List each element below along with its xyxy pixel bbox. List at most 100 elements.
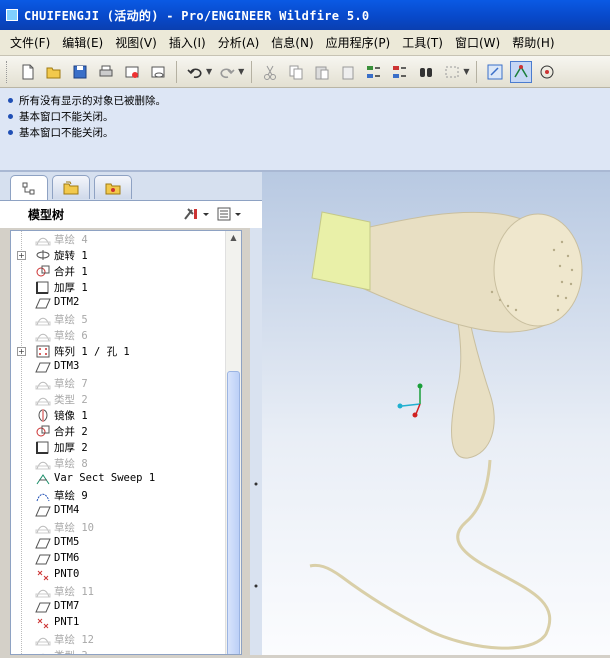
menu-help[interactable]: 帮助(H) — [506, 34, 560, 51]
tree-item[interactable]: 类型 3 — [11, 647, 241, 654]
new-file-button[interactable] — [17, 61, 39, 83]
menu-tools[interactable]: 工具(T) — [396, 34, 449, 51]
scissors-icon — [264, 65, 277, 80]
tree-scrollbar[interactable]: ▲ — [225, 231, 241, 654]
menu-edit[interactable]: 编辑(E) — [56, 34, 109, 51]
model-tree-icon — [22, 182, 35, 194]
tab-model-tree[interactable] — [10, 175, 48, 201]
tree-item[interactable]: DTM2 — [11, 295, 241, 311]
select-box-button[interactable] — [441, 61, 463, 83]
tree-item[interactable]: 草绘 4 — [11, 231, 241, 247]
tree-item[interactable]: PNT1 — [11, 615, 241, 631]
scroll-thumb[interactable] — [227, 371, 240, 654]
send-mail-button[interactable] — [121, 61, 143, 83]
message-bullet-icon — [8, 97, 13, 103]
message-text: 基本窗口不能关闭。 — [19, 110, 114, 123]
tree-item-label: PNT0 — [54, 568, 80, 580]
tree-item[interactable]: 草绘 8 — [11, 455, 241, 471]
tree-item[interactable]: 草绘 7 — [11, 375, 241, 391]
sweep-icon — [36, 474, 50, 485]
cut-button[interactable] — [259, 61, 281, 83]
tree-item[interactable]: DTM3 — [11, 359, 241, 375]
menu-file[interactable]: 文件(F) — [4, 34, 56, 51]
sketch-icon — [35, 589, 51, 598]
menu-insert[interactable]: 插入(I) — [163, 34, 212, 51]
copy-button[interactable] — [285, 61, 307, 83]
spin-center-button[interactable] — [536, 61, 558, 83]
regen-manager-icon — [393, 65, 407, 78]
tree-item-label: 加厚 1 — [54, 282, 88, 294]
tree-item[interactable]: 草绘 12 — [11, 631, 241, 647]
tree-item[interactable]: 加厚 2 — [11, 439, 241, 455]
tree-item[interactable]: 草绘 9 — [11, 487, 241, 503]
paste-button[interactable] — [311, 61, 333, 83]
sketch-icon — [35, 637, 51, 646]
scroll-up-icon[interactable]: ▲ — [228, 233, 239, 244]
tree-item-label: 类型 3 — [54, 648, 88, 654]
tree-item[interactable]: PNT0 — [11, 567, 241, 583]
tree-item[interactable]: + 旋转 1 — [11, 247, 241, 263]
tree-item[interactable]: DTM4 — [11, 503, 241, 519]
undo-dropdown-icon[interactable]: ▼ — [206, 67, 212, 76]
redo-button[interactable] — [216, 61, 238, 83]
coordinate-triad — [397, 383, 423, 418]
select-dropdown-icon[interactable]: ▼ — [463, 67, 469, 76]
message-line: 所有没有显示的对象已被删除。 — [8, 92, 610, 108]
tab-favorites[interactable] — [94, 175, 132, 199]
tree-item[interactable]: 镜像 1 — [11, 407, 241, 423]
tree-item[interactable]: 草绘 5 — [11, 311, 241, 327]
datum-plane-icon — [35, 298, 51, 309]
merge-icon — [36, 265, 50, 277]
tree-item[interactable]: + 阵列 1 / 孔 1 — [11, 343, 241, 359]
refit-view-button[interactable] — [484, 61, 506, 83]
paste-special-button[interactable] — [337, 61, 359, 83]
tree-item-label: DTM6 — [54, 552, 80, 564]
expand-toggle[interactable]: + — [17, 347, 26, 356]
message-area: 所有没有显示的对象已被删除。 基本窗口不能关闭。 基本窗口不能关闭。 — [0, 88, 610, 172]
tree-item[interactable]: 草绘 10 — [11, 519, 241, 535]
regen-manager-button[interactable] — [389, 61, 411, 83]
sketch-icon — [35, 381, 51, 390]
tree-item-label: DTM4 — [54, 504, 80, 516]
menu-window[interactable]: 窗口(W) — [449, 34, 506, 51]
toolbar-grip[interactable] — [6, 60, 9, 83]
tree-item[interactable]: 草绘 11 — [11, 583, 241, 599]
tree-item[interactable]: 类型 2 — [11, 391, 241, 407]
menu-applications[interactable]: 应用程序(P) — [320, 34, 397, 51]
tree-item[interactable]: DTM5 — [11, 535, 241, 551]
find-button[interactable] — [415, 61, 437, 83]
tree-item[interactable]: 合并 2 — [11, 423, 241, 439]
tree-item[interactable]: DTM7 — [11, 599, 241, 615]
pattern-icon — [36, 345, 50, 358]
tree-item[interactable]: 草绘 6 — [11, 327, 241, 343]
send-link-button[interactable] — [147, 61, 169, 83]
tree-item-label: 草绘 5 — [54, 314, 88, 326]
spin-center-icon — [540, 65, 554, 78]
tree-rows: 草绘 4 + 旋转 1 合并 1 加厚 1 DTM2 草绘 5 草绘 6 + 阵列 1 / 孔 1… — [11, 231, 241, 654]
settings-tools-icon[interactable] — [182, 206, 210, 222]
menu-view[interactable]: 视图(V) — [109, 34, 163, 51]
datum-display-button[interactable] — [510, 60, 533, 83]
graphics-viewport[interactable] — [262, 172, 610, 655]
tree-item-label: 草绘 10 — [54, 522, 94, 534]
print-button[interactable] — [95, 61, 117, 83]
tree-item[interactable]: DTM6 — [11, 551, 241, 567]
save-button[interactable] — [69, 61, 91, 83]
open-file-button[interactable] — [43, 61, 65, 83]
tree-item[interactable]: 加厚 1 — [11, 279, 241, 295]
show-menu-icon[interactable] — [216, 206, 244, 222]
panel-sash[interactable] — [250, 228, 262, 655]
toolbar-separator — [176, 60, 177, 83]
redo-dropdown-icon[interactable]: ▼ — [238, 67, 244, 76]
expand-toggle[interactable]: + — [17, 251, 26, 260]
sketch-icon — [41, 653, 45, 654]
tab-folder-browser[interactable] — [52, 175, 90, 199]
menu-analysis[interactable]: 分析(A) — [212, 34, 266, 51]
menu-info[interactable]: 信息(N) — [265, 34, 319, 51]
undo-button[interactable] — [184, 61, 206, 83]
regenerate-button[interactable] — [363, 61, 385, 83]
datum-point-icon — [37, 570, 49, 581]
tree-item[interactable]: 合并 1 — [11, 263, 241, 279]
panel-title: 模型树 — [28, 208, 65, 222]
tree-item[interactable]: Var Sect Sweep 1 — [11, 471, 241, 487]
